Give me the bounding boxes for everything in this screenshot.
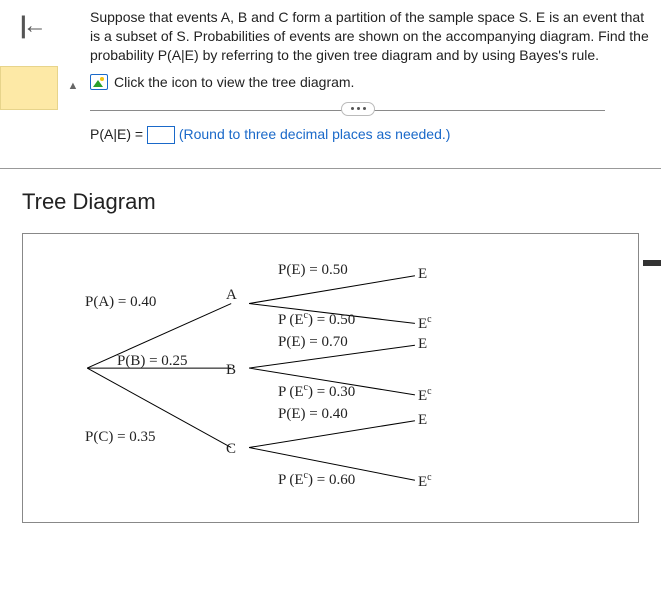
pb-label: P(B) = 0.25 [117, 353, 188, 370]
node-b: B [226, 362, 236, 379]
leaf-c-ec: Ec [418, 472, 432, 491]
leaf-b-e: E [418, 336, 427, 353]
image-icon[interactable] [90, 74, 108, 90]
leaf-b-ec: Ec [418, 386, 432, 405]
expand-dots-button[interactable] [341, 102, 375, 116]
question-text: Suppose that events A, B and C form a pa… [90, 8, 649, 71]
b-pec: P (Ec) = 0.30 [278, 382, 355, 401]
icon-prompt[interactable]: Click the icon to view the tree diagram. [114, 73, 354, 92]
node-c: C [226, 441, 236, 458]
scroll-up-icon[interactable]: ▲ [66, 80, 80, 94]
answer-hint: (Round to three decimal places as needed… [179, 126, 451, 142]
c-pec: P (Ec) = 0.60 [278, 470, 355, 489]
leaf-a-e: E [418, 266, 427, 283]
node-a: A [226, 287, 237, 304]
side-handle[interactable] [643, 260, 661, 266]
pc-label: P(C) = 0.35 [85, 429, 156, 446]
leaf-a-ec: Ec [418, 314, 432, 333]
answer-input[interactable] [147, 126, 175, 144]
highlight-tab [0, 66, 58, 110]
tree-title: Tree Diagram [0, 169, 661, 233]
leaf-c-e: E [418, 412, 427, 429]
a-pec: P (Ec) = 0.50 [278, 310, 355, 329]
pa-label: P(A) = 0.40 [85, 294, 156, 311]
tree-diagram: P(A) = 0.40 P(B) = 0.25 P(C) = 0.35 A B … [22, 233, 639, 523]
b-pe: P(E) = 0.70 [278, 334, 348, 351]
a-pe: P(E) = 0.50 [278, 262, 348, 279]
answer-label: P(A|E) = [90, 126, 147, 142]
c-pe: P(E) = 0.40 [278, 406, 348, 423]
nav-collapse-icon[interactable]: |← [0, 8, 90, 40]
